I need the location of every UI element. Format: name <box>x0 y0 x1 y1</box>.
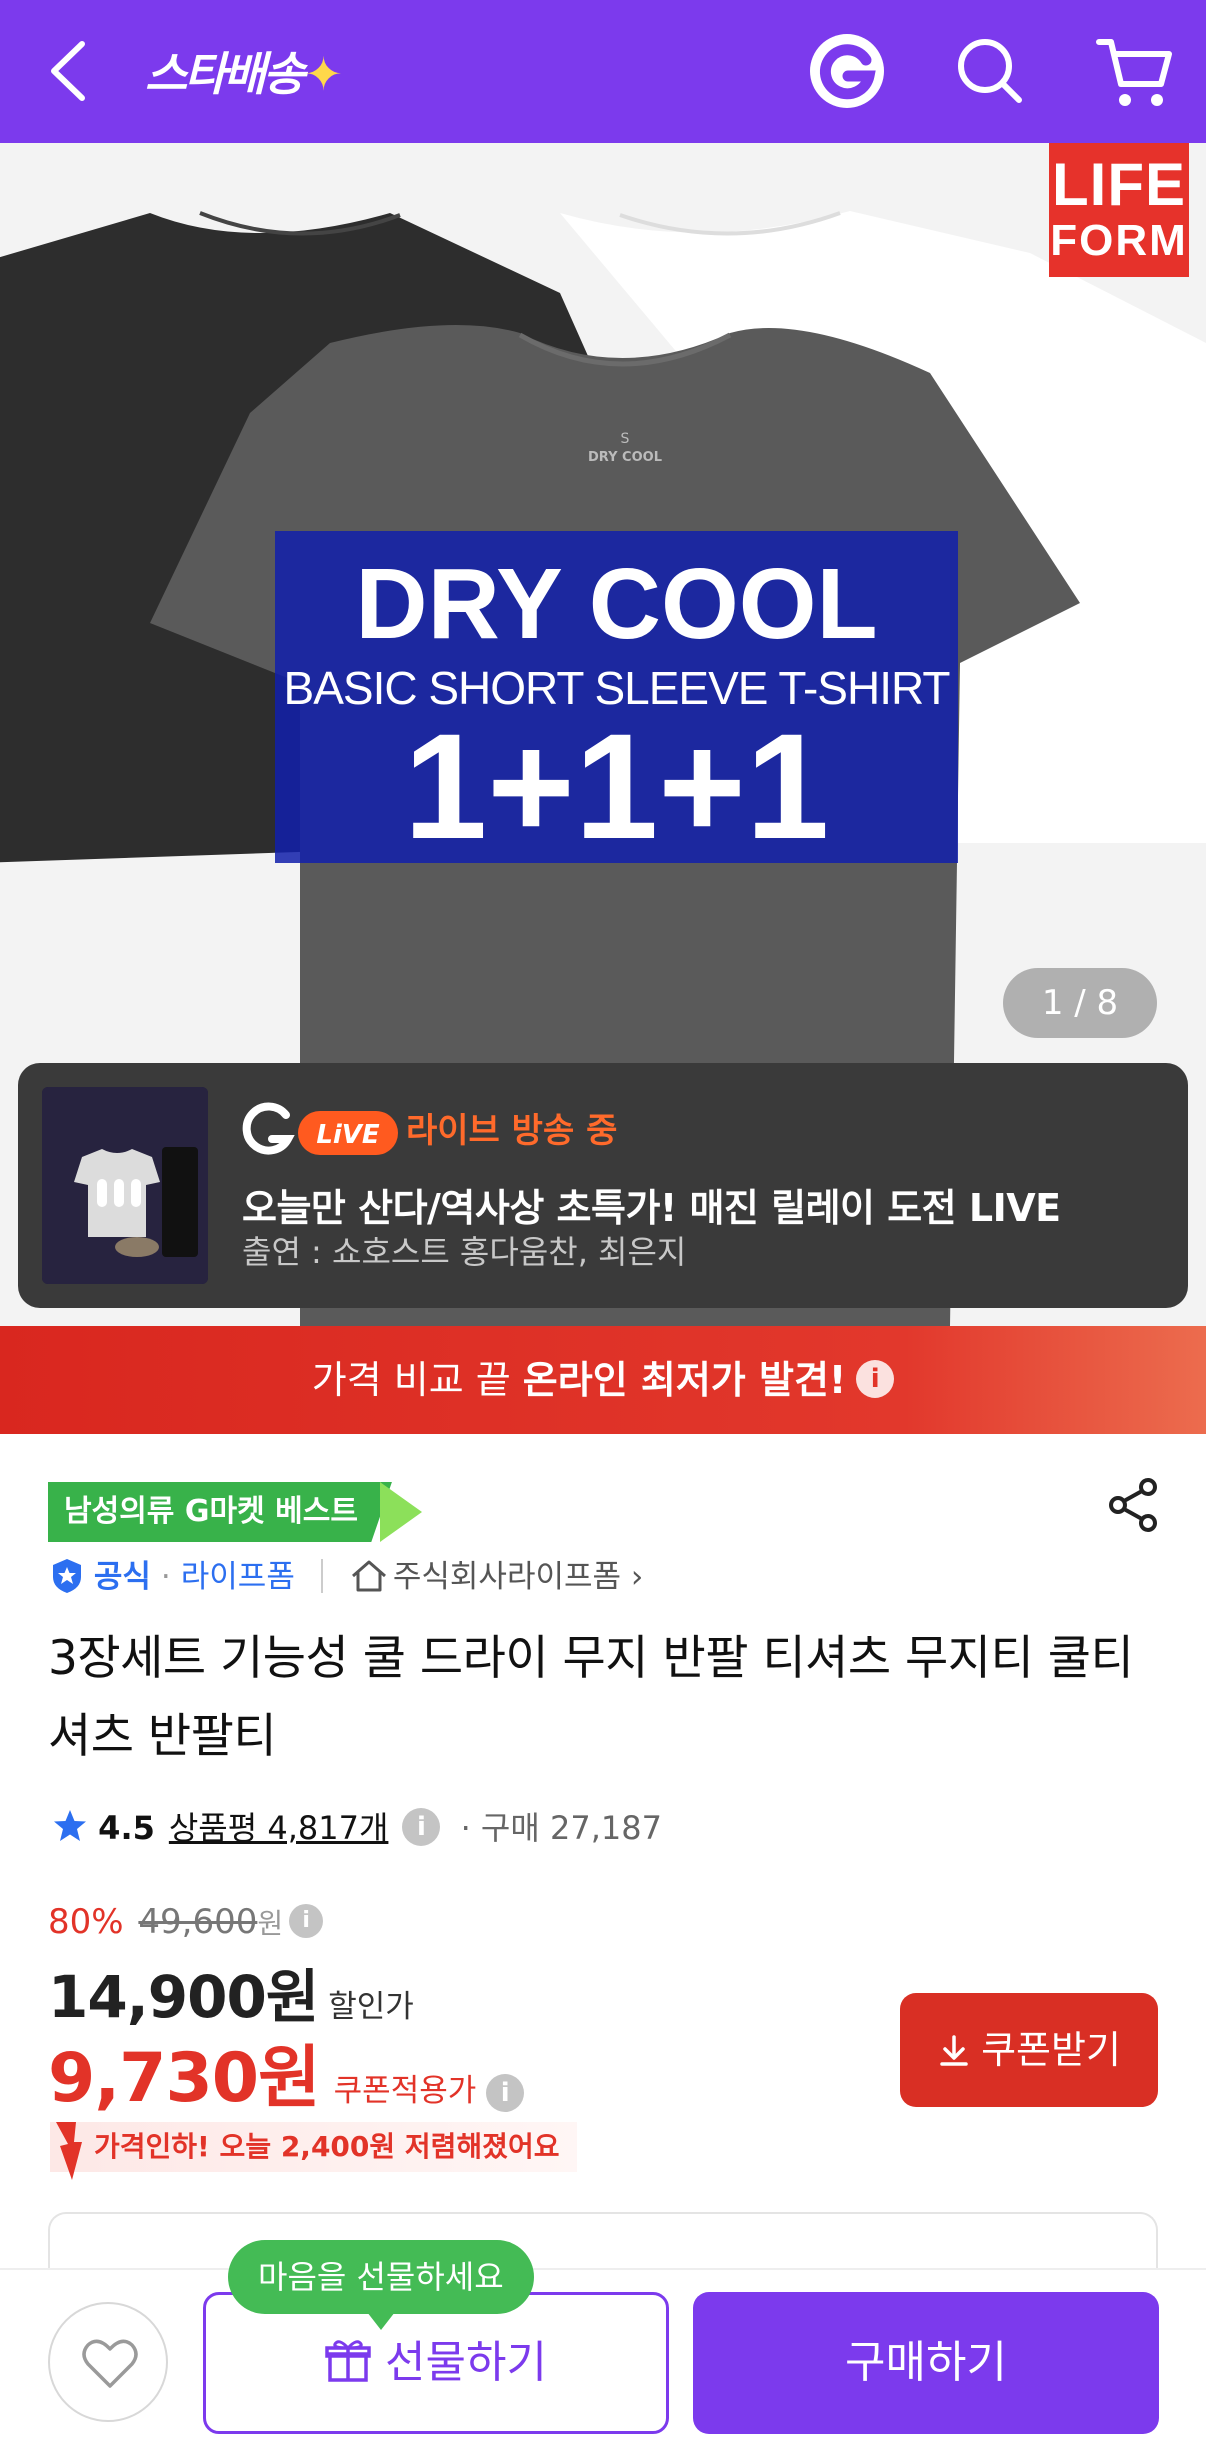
seller-link[interactable]: 라이프폼 <box>181 1559 295 1595</box>
promo-title: DRY COOL <box>355 548 878 660</box>
g-live-logo: LiVE <box>242 1102 398 1155</box>
info-icon[interactable]: i <box>289 1903 324 1938</box>
buy-button[interactable]: 구매하기 <box>693 2292 1159 2434</box>
image-pager: 1 / 8 <box>1003 968 1157 1038</box>
original-price: 49,600 <box>138 1902 258 1942</box>
heart-icon <box>82 2339 138 2388</box>
cart-icon[interactable] <box>1095 34 1175 110</box>
coupon-price-label: 쿠폰적용가 <box>333 2073 477 2109</box>
price-banner-prefix: 가격 비교 끝 <box>311 1358 523 1402</box>
sale-price: 14,900원 <box>48 1963 319 2031</box>
shirt-tag-size: S <box>621 431 630 447</box>
purchase-count: · 구매 27,187 <box>450 1809 662 1847</box>
original-price-unit: 원 <box>257 1907 284 1940</box>
promo-overlay: DRY COOL BASIC SHORT SLEEVE T-SHIRT 1+1+… <box>275 531 958 863</box>
gmarket-g-icon[interactable] <box>808 32 886 110</box>
info-icon[interactable]: i <box>402 1808 441 1846</box>
rating-row: 4.5 상품평 4,817개 i · 구매 27,187 <box>52 1806 662 1850</box>
star-icon <box>54 1810 86 1841</box>
gift-tooltip-bubble: 마음을 선물하세요 <box>228 2240 534 2330</box>
price-drop-notice: 가격인하! 오늘 2,400원 저렴해졌어요 <box>50 2122 578 2180</box>
live-status: 라이브 방송 중 <box>406 1111 618 1151</box>
live-thumbnail <box>42 1087 208 1284</box>
coupon-price-row: 9,730원 쿠폰적용가 i <box>48 2022 525 2121</box>
search-icon[interactable] <box>955 36 1025 106</box>
live-cast: 출연 : 쇼호스트 홍다움찬, 최은지 <box>242 1233 687 1271</box>
info-icon[interactable]: i <box>486 2073 525 2112</box>
live-broadcast-banner[interactable]: LiVE 라이브 방송 중 오늘만 산다/역사상 초특가! 매진 릴레이 도전 … <box>18 1063 1188 1308</box>
download-icon <box>940 2034 968 2066</box>
rating-value: 4.5 <box>98 1809 155 1847</box>
info-icon[interactable]: i <box>856 1359 895 1398</box>
lowest-price-banner[interactable]: 가격 비교 끝 온라인 최저가 발견! i <box>0 1326 1206 1434</box>
best-badge-tail <box>380 1482 422 1542</box>
best-badge[interactable]: 남성의류 G마켓 베스트 <box>48 1482 392 1542</box>
store-link[interactable]: 주식회사라이프폼 › <box>393 1559 643 1595</box>
coupon-price: 9,730원 <box>48 2039 321 2118</box>
live-logo-text: LiVE <box>316 1120 380 1150</box>
store-home-icon <box>351 1560 386 1591</box>
gift-icon <box>325 2340 371 2382</box>
discount-percent: 80% <box>48 1902 124 1942</box>
shirt-tag-label: DRY COOL <box>588 450 662 465</box>
star-delivery-logo[interactable]: 스타배송✦ <box>145 38 343 104</box>
get-coupon-button[interactable]: 쿠폰받기 <box>900 1993 1158 2107</box>
back-arrow-icon[interactable] <box>40 36 100 106</box>
official-label: 공식 <box>93 1559 151 1595</box>
price-banner-highlight: 온라인 최저가 발견! <box>522 1358 847 1402</box>
seller-row: 공식 · 라이프폼 주식회사라이프폼 › <box>50 1555 643 1599</box>
lifeform-brand-badge: LIFE FORM <box>1049 143 1189 277</box>
top-bar: 스타배송✦ <box>0 0 1206 143</box>
discount-row: 80% 49,600원 i <box>48 1900 324 1946</box>
share-icon[interactable] <box>1104 1475 1164 1535</box>
price-down-arrow-icon <box>56 2122 82 2180</box>
sale-price-label: 할인가 <box>328 1989 414 2025</box>
product-title: 3장세트 기능성 쿨 드라이 무지 반팔 티셔츠 무지티 쿨티셔츠 반팔티 <box>48 1631 1134 1764</box>
review-count-link[interactable]: 상품평 4,817개 <box>169 1809 389 1847</box>
official-shield-icon <box>53 1558 81 1593</box>
promo-bundle: 1+1+1 <box>403 702 830 870</box>
wishlist-button[interactable] <box>48 2302 168 2422</box>
